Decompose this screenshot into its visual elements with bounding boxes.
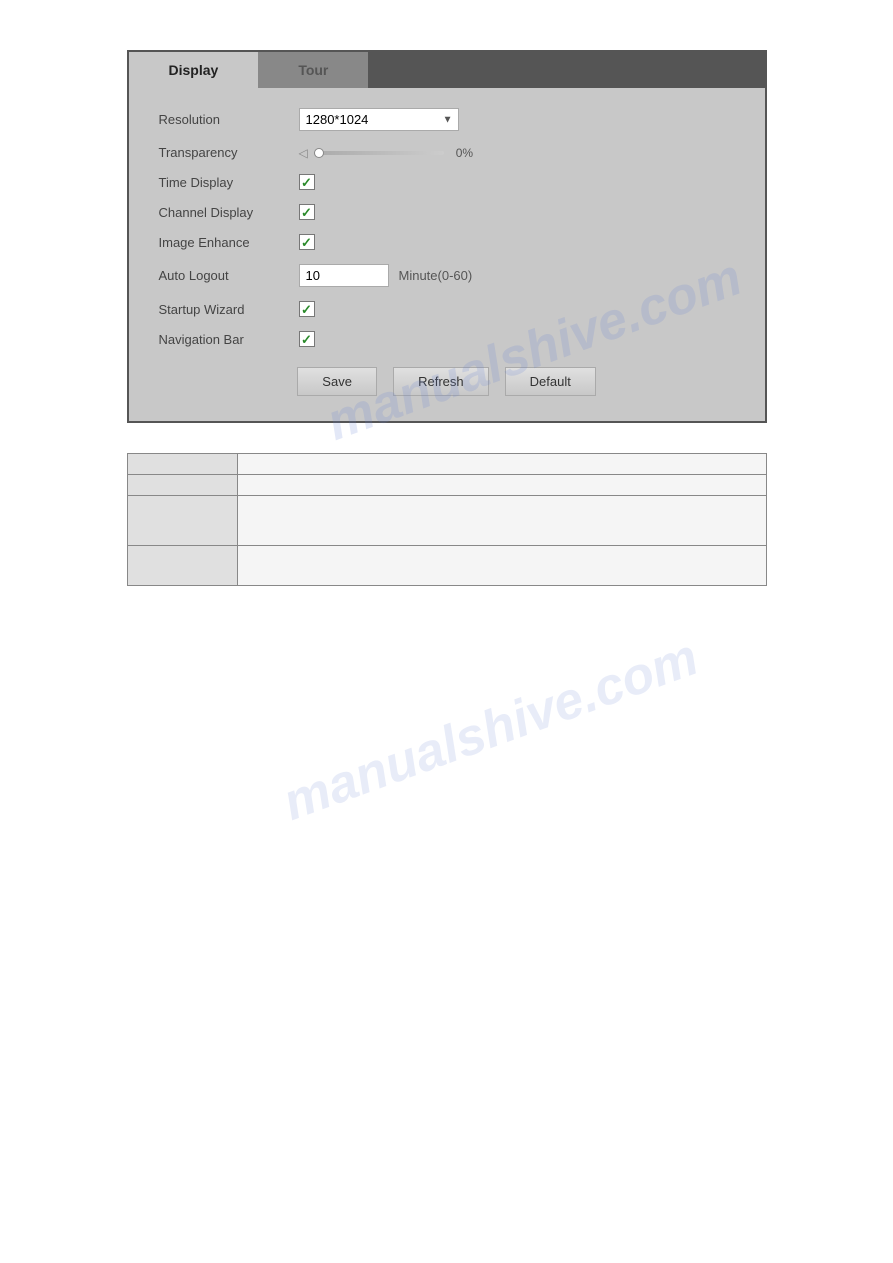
table-cell-content [237,496,766,546]
table-row [127,546,766,586]
resolution-select-wrapper[interactable]: 1280*1024 1920*1080 1024*768 800*600 [299,108,459,131]
watermark2: manualshive.com [275,627,706,833]
transparency-control: ◁ 0% [299,146,735,160]
channel-display-checkbox[interactable] [299,204,315,220]
auto-logout-label: Auto Logout [159,268,299,283]
table-cell-header [127,546,237,586]
transparency-slider[interactable] [314,151,444,155]
button-bar: Save Refresh Default [159,367,735,396]
table-cell-header [127,454,237,475]
image-enhance-checkbox[interactable] [299,234,315,250]
image-enhance-label: Image Enhance [159,235,299,250]
time-display-checkbox[interactable] [299,174,315,190]
navigation-bar-checkbox[interactable] [299,331,315,347]
resolution-control: 1280*1024 1920*1080 1024*768 800*600 [299,108,735,131]
navigation-bar-control [299,331,735,347]
refresh-button[interactable]: Refresh [393,367,489,396]
startup-wizard-control [299,301,735,317]
tab-tour[interactable]: Tour [258,52,368,88]
tab-display[interactable]: Display [129,52,259,88]
auto-logout-row: Auto Logout Minute(0-60) [159,264,735,287]
image-enhance-control [299,234,735,250]
auto-logout-input[interactable] [299,264,389,287]
table-cell-content [237,454,766,475]
table-row [127,475,766,496]
channel-display-row: Channel Display [159,204,735,220]
tab-bar: Display Tour [129,52,765,88]
table-cell-content [237,475,766,496]
resolution-select[interactable]: 1280*1024 1920*1080 1024*768 800*600 [299,108,459,131]
settings-body: Resolution 1280*1024 1920*1080 1024*768 … [129,88,765,421]
startup-wizard-checkbox[interactable] [299,301,315,317]
channel-display-control [299,204,735,220]
info-table [127,453,767,586]
resolution-label: Resolution [159,112,299,127]
table-row [127,496,766,546]
navigation-bar-row: Navigation Bar [159,331,735,347]
startup-wizard-label: Startup Wizard [159,302,299,317]
table-cell-header [127,496,237,546]
transparency-arrow-left[interactable]: ◁ [299,146,308,160]
time-display-control [299,174,735,190]
settings-panel: Display Tour Resolution 1280*1024 1920*1… [127,50,767,423]
time-display-row: Time Display [159,174,735,190]
save-button[interactable]: Save [297,367,377,396]
channel-display-label: Channel Display [159,205,299,220]
default-button[interactable]: Default [505,367,596,396]
table-cell-content [237,546,766,586]
time-display-label: Time Display [159,175,299,190]
transparency-container: ◁ 0% [299,146,474,160]
image-enhance-row: Image Enhance [159,234,735,250]
transparency-row: Transparency ◁ 0% [159,145,735,160]
transparency-value: 0% [456,146,473,160]
transparency-label: Transparency [159,145,299,160]
minute-label: Minute(0-60) [399,268,473,283]
table-row [127,454,766,475]
table-cell-header [127,475,237,496]
navigation-bar-label: Navigation Bar [159,332,299,347]
resolution-row: Resolution 1280*1024 1920*1080 1024*768 … [159,108,735,131]
transparency-thumb [314,148,324,158]
auto-logout-control: Minute(0-60) [299,264,735,287]
startup-wizard-row: Startup Wizard [159,301,735,317]
